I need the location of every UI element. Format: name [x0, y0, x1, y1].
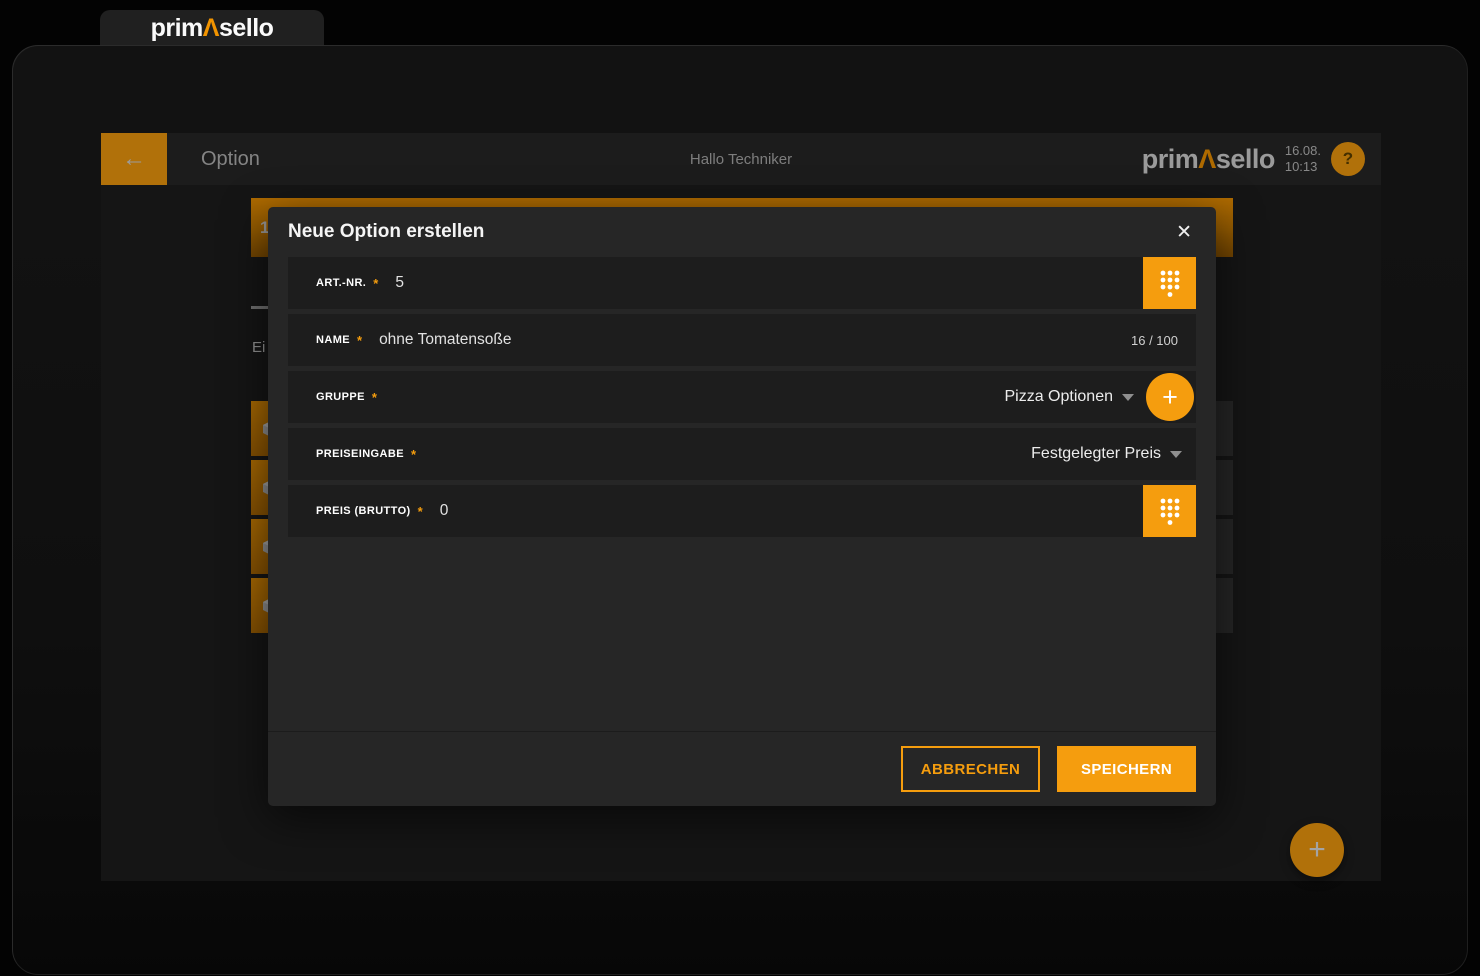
artnr-value: 5	[395, 274, 404, 292]
plus-icon: +	[1162, 384, 1178, 411]
dialpad-icon	[1159, 269, 1181, 298]
required-asterisk: *	[373, 276, 378, 291]
stage: primΛsello ← Option Hallo Techniker prim…	[0, 0, 1480, 975]
keypad-button[interactable]	[1143, 485, 1196, 537]
preiseingabe-selected-value: Festgelegter Preis	[1031, 445, 1161, 463]
gruppe-select[interactable]: Pizza Optionen	[1004, 388, 1134, 406]
modal-title: Neue Option erstellen	[288, 221, 484, 243]
primasello-logo: primΛsello	[151, 14, 274, 43]
gruppe-selected-value: Pizza Optionen	[1004, 388, 1113, 406]
modal-titlebar: Neue Option erstellen ✕	[268, 207, 1216, 257]
required-asterisk: *	[418, 504, 423, 519]
field-label: NAME	[316, 334, 350, 346]
required-asterisk: *	[411, 447, 416, 462]
save-button[interactable]: SPEICHERN	[1057, 746, 1196, 792]
field-row-artnr[interactable]: ART.-NR. * 5	[288, 257, 1196, 309]
modal-footer: ABBRECHEN SPEICHERN	[268, 731, 1216, 806]
add-group-button[interactable]: +	[1146, 373, 1194, 421]
keypad-button[interactable]	[1143, 257, 1196, 309]
field-label: ART.-NR.	[316, 277, 366, 289]
close-button[interactable]: ✕	[1172, 221, 1196, 244]
logo-prefix: prim	[151, 14, 203, 42]
logo-suffix: sello	[219, 14, 273, 42]
field-row-gruppe[interactable]: GRUPPE * Pizza Optionen +	[288, 371, 1196, 423]
required-asterisk: *	[357, 333, 362, 348]
name-value: ohne Tomatensoße	[379, 331, 511, 349]
char-counter: 16 / 100	[1131, 333, 1178, 348]
field-label: PREIS (BRUTTO)	[316, 505, 411, 517]
field-row-preiseingabe[interactable]: PREISEINGABE * Festgelegter Preis	[288, 428, 1196, 480]
cancel-button[interactable]: ABBRECHEN	[901, 746, 1040, 792]
field-label: PREISEINGABE	[316, 448, 404, 460]
chevron-down-icon	[1122, 394, 1134, 401]
preis-value: 0	[440, 502, 449, 520]
new-option-modal: Neue Option erstellen ✕ ART.-NR. * 5	[268, 207, 1216, 806]
dialpad-icon	[1159, 497, 1181, 526]
modal-form: ART.-NR. * 5 NAME	[268, 257, 1216, 537]
close-icon: ✕	[1176, 222, 1192, 243]
field-row-preis-brutto[interactable]: PREIS (BRUTTO) * 0	[288, 485, 1196, 537]
logo-accent: Λ	[203, 14, 219, 42]
required-asterisk: *	[372, 390, 377, 405]
app-logo-tab: primΛsello	[100, 10, 324, 46]
field-row-name[interactable]: NAME * ohne Tomatensoße 16 / 100	[288, 314, 1196, 366]
chevron-down-icon	[1170, 451, 1182, 458]
field-label: GRUPPE	[316, 391, 365, 403]
preiseingabe-select[interactable]: Festgelegter Preis	[1031, 445, 1182, 463]
